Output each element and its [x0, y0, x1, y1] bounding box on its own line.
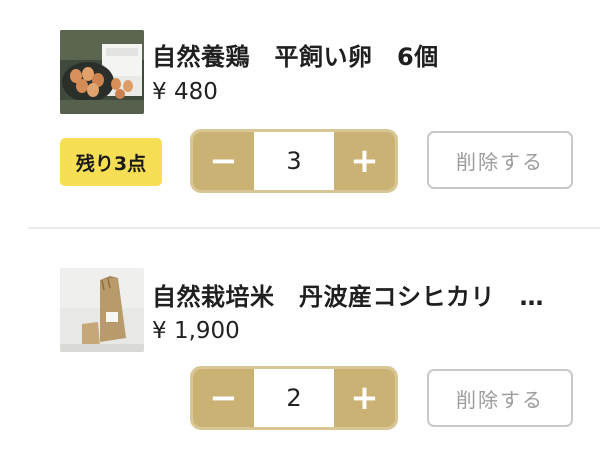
item-divider	[28, 227, 600, 229]
increment-button[interactable]: +	[334, 132, 395, 190]
quantity-value[interactable]: 3	[254, 132, 334, 190]
stock-badge: 残り3点	[60, 138, 162, 186]
delete-button[interactable]: 削除する	[427, 131, 573, 189]
quantity-stepper: − 3 +	[190, 129, 398, 193]
product-price: ¥ 480	[152, 79, 218, 105]
decrement-button[interactable]: −	[193, 369, 254, 427]
cart-item: 自然栽培米 丹波産コシヒカリ … ¥ 1,900 − 2 + 削除する	[0, 230, 600, 450]
minus-icon: −	[209, 378, 238, 418]
plus-icon: +	[350, 141, 379, 181]
cart-item: 自然養鶏 平飼い卵 6個 ¥ 480 残り3点 − 3 + 削除する	[0, 0, 600, 225]
quantity-value[interactable]: 2	[254, 369, 334, 427]
increment-button[interactable]: +	[334, 369, 395, 427]
quantity-stepper: − 2 +	[190, 366, 398, 430]
rice-bag-photo-icon	[60, 268, 144, 352]
minus-icon: −	[209, 141, 238, 181]
product-name[interactable]: 自然養鶏 平飼い卵 6個	[152, 37, 439, 72]
delete-button[interactable]: 削除する	[427, 369, 573, 427]
product-image-rice[interactable]	[60, 268, 144, 352]
product-image-eggs[interactable]	[60, 30, 144, 114]
decrement-button[interactable]: −	[193, 132, 254, 190]
product-price: ¥ 1,900	[152, 318, 240, 344]
eggs-photo-icon	[60, 30, 144, 114]
plus-icon: +	[350, 378, 379, 418]
product-name[interactable]: 自然栽培米 丹波産コシヒカリ …	[152, 277, 544, 312]
